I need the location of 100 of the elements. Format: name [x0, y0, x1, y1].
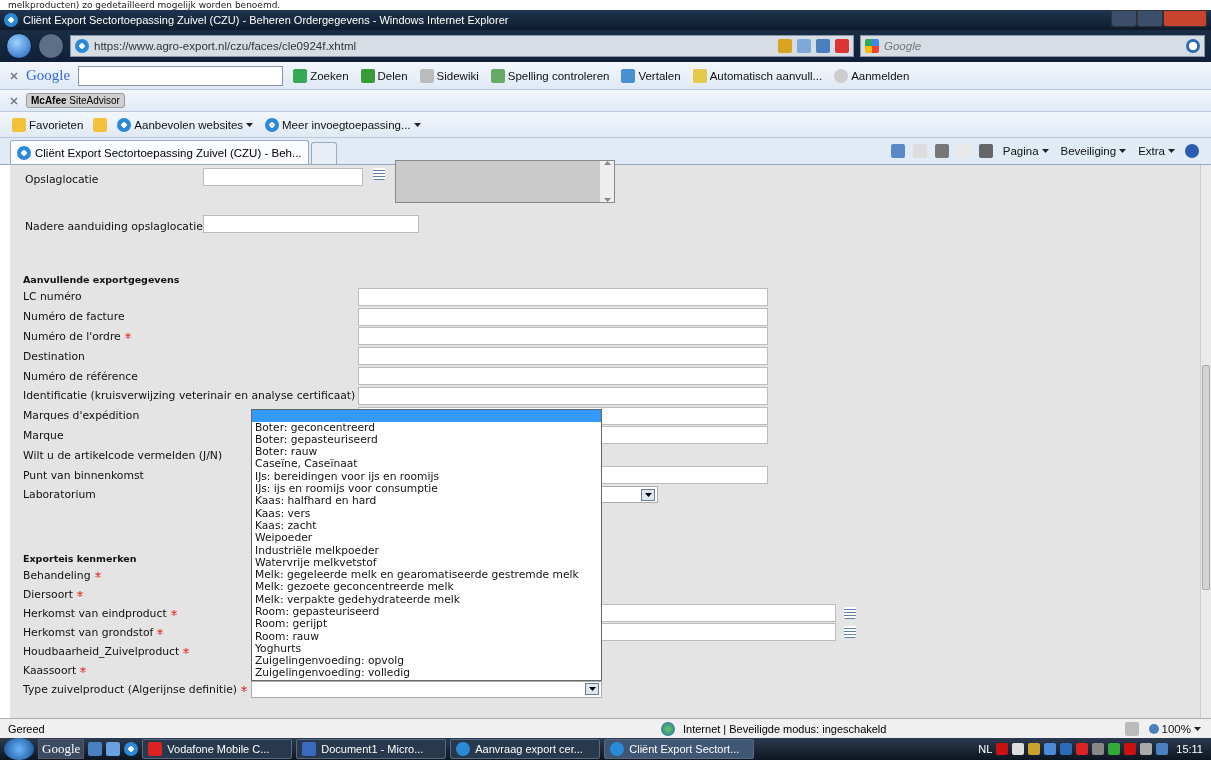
siteadvisor-button[interactable]: McAfee SiteAdvisor: [26, 93, 125, 108]
field-label: LC numéro: [23, 290, 82, 304]
text-field[interactable]: [358, 386, 768, 405]
favorites-link[interactable]: Meer invoegtoepassing...: [263, 117, 423, 132]
caret-icon: [1194, 726, 1201, 731]
minimize-button[interactable]: [1111, 10, 1137, 27]
caret-icon: [413, 122, 421, 127]
field-label: Herkomst van eindproduct: [23, 606, 167, 620]
field-label: Houdbaarheid_Zuivelproduct: [23, 644, 180, 658]
google-logo: Google: [26, 67, 71, 84]
scrollbar[interactable]: [1200, 165, 1211, 718]
toolbar-item[interactable]: Delen: [358, 68, 410, 83]
calendar-icon[interactable]: [844, 607, 856, 620]
field-label: Wilt u de artikelcode vermelden (J/N): [23, 448, 223, 462]
toolbar-item[interactable]: Vertalen: [619, 68, 683, 83]
close-button[interactable]: [1163, 10, 1207, 27]
status-text: Gereed: [8, 722, 46, 735]
quicklaunch-button[interactable]: Google: [38, 739, 85, 759]
ie-logo-icon: [124, 742, 139, 756]
blank-option[interactable]: [252, 409, 601, 422]
clock[interactable]: 15:11: [1172, 743, 1207, 755]
window-title: Cliënt Export Sectortoepassing Zuivel (CZU) - Beheren Ordergegevens - Windows Internet Explorer: [23, 14, 510, 26]
text-field[interactable]: [358, 287, 768, 306]
required-asterisk-icon: [170, 610, 177, 617]
field-label: Laboratorium: [23, 488, 96, 502]
scrollbar[interactable]: [600, 161, 614, 202]
taskbar-button[interactable]: Document1 - Micro...: [296, 739, 447, 759]
field-label: Punt van binnenkomst: [23, 468, 144, 482]
field-label: Type zuivelproduct (Algerijnse definitie): [23, 682, 238, 696]
zoom-icon: [1148, 723, 1159, 734]
required-asterisk-icon: [124, 333, 131, 340]
section-title: Exporteis kenmerken: [23, 551, 137, 566]
required-asterisk-icon: [80, 667, 87, 674]
toolbar-item[interactable]: Automatisch aanvull...: [690, 68, 825, 83]
taskbar-button[interactable]: Cliënt Export Sectort...: [604, 739, 755, 759]
toolbar-item[interactable]: Sidewiki: [417, 68, 481, 83]
ie-logo-icon: [265, 117, 280, 132]
text-field[interactable]: [203, 215, 419, 233]
text-field[interactable]: [358, 327, 768, 346]
field-label: Kaassoort: [23, 663, 77, 677]
scroll-down-icon[interactable]: [603, 198, 611, 202]
required-asterisk-icon: [76, 591, 83, 598]
field-label: Numéro de facture: [23, 310, 125, 324]
toolbar-item[interactable]: Zoeken: [291, 68, 351, 83]
command-menu[interactable]: Beveiliging: [1058, 145, 1129, 157]
list-box[interactable]: [395, 160, 615, 203]
field-label: Marque: [23, 428, 64, 442]
field-label: Herkomst van grondstof: [23, 625, 154, 639]
field-label: Diersoort: [23, 587, 73, 601]
field-label: Identificatie (kruisverwijzing veterinair en analyse certificaat): [23, 389, 356, 403]
field-label: Nadere aanduiding opslaglocatie: [24, 219, 203, 233]
close-toolbar-icon[interactable]: [10, 71, 18, 80]
google-search-field[interactable]: [78, 65, 284, 86]
field-label: Marques d'expédition: [23, 409, 140, 423]
language-indicator[interactable]: NL: [978, 743, 993, 755]
text-field[interactable]: [358, 367, 768, 386]
field-label: Opslaglocatie: [24, 172, 100, 186]
caret-icon: [1119, 149, 1127, 153]
toolbar-item[interactable]: Aanmelden: [832, 68, 912, 83]
back-button[interactable]: [6, 33, 32, 59]
field-label: Numéro de l'ordre: [23, 330, 121, 343]
select-field[interactable]: [600, 486, 658, 504]
text-field[interactable]: [358, 307, 768, 326]
command-menu[interactable]: Extra: [1136, 145, 1177, 157]
forward-button[interactable]: [38, 33, 64, 59]
taskbar-button[interactable]: Vodafone Mobile C...: [142, 739, 293, 759]
taskbar-button[interactable]: Aanvraag export cer...: [450, 739, 601, 759]
field-label: Destination: [23, 349, 85, 363]
required-asterisk-icon: [241, 686, 248, 693]
field-label: Behandeling: [23, 568, 91, 582]
ie-logo-icon: [4, 13, 18, 27]
favorites-link[interactable]: Aanbevolen websites: [115, 117, 256, 132]
required-asterisk-icon: [94, 572, 101, 579]
zoom-button[interactable]: 100%: [1146, 722, 1203, 735]
required-asterisk-icon: [183, 648, 190, 655]
section-title: Aanvullende exportgegevens: [23, 273, 180, 287]
browser-tab[interactable]: Cliënt Export Sectortoepassing Zuivel (CZU) - Beh...: [10, 140, 309, 164]
toolbar-item[interactable]: Spelling controleren: [488, 68, 612, 83]
help-icon[interactable]: [1185, 144, 1199, 158]
caret-icon: [246, 122, 254, 127]
zone-text: Internet | Beveiligde modus: ingeschakeld: [683, 722, 888, 735]
ie-logo-icon: [75, 39, 89, 53]
calendar-icon[interactable]: [373, 168, 385, 180]
start-button[interactable]: [4, 738, 34, 760]
globe-icon: [661, 721, 675, 736]
ie-logo-icon: [117, 117, 132, 132]
caret-icon: [1041, 149, 1049, 153]
text-field[interactable]: [358, 347, 768, 366]
search-provider-icon: [865, 39, 879, 53]
field-label: Numéro de référence: [23, 369, 138, 383]
close-toolbar-icon[interactable]: [10, 96, 18, 105]
new-tab-button[interactable]: [310, 142, 337, 164]
caret-icon: [1168, 149, 1175, 153]
caption-text: melkproducten) zo gedetailleerd mogelijk worden benoemd.: [7, 0, 282, 10]
search-icon[interactable]: [1186, 39, 1200, 53]
maximize-button[interactable]: [1137, 10, 1163, 27]
command-menu[interactable]: Pagina: [1000, 145, 1051, 157]
favorites-button[interactable]: Favorieten: [10, 117, 86, 132]
text-field[interactable]: [203, 168, 363, 186]
calendar-icon[interactable]: [844, 626, 856, 639]
